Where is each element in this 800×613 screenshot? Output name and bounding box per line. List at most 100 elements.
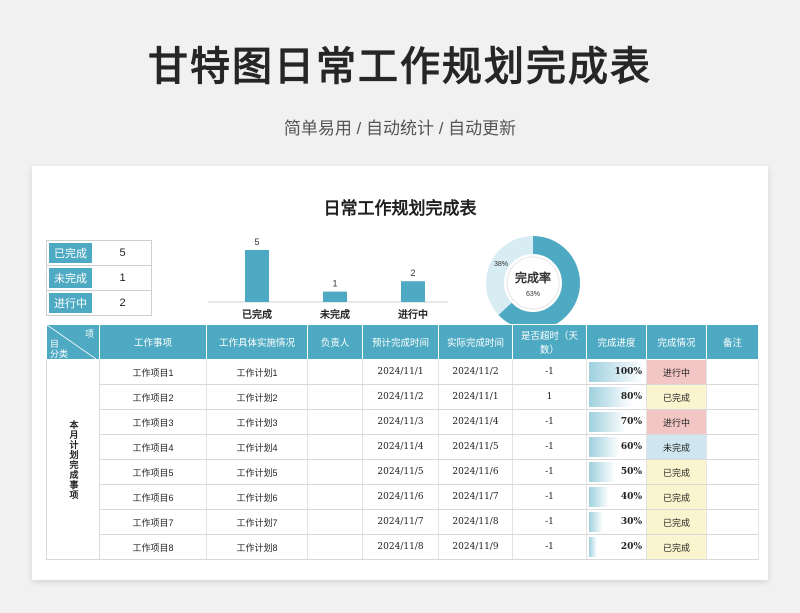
- status-cell[interactable]: 已完成: [646, 509, 707, 535]
- status-cell[interactable]: 已完成: [646, 459, 707, 485]
- header-actual-date[interactable]: 实际完成时间: [438, 324, 513, 360]
- status-cell[interactable]: 进行中: [646, 359, 707, 385]
- work-item-cell[interactable]: 工作项目4: [99, 434, 207, 460]
- status-cell[interactable]: 已完成: [646, 534, 707, 560]
- actual-date-cell[interactable]: 2024/11/2: [438, 359, 513, 385]
- notes-cell[interactable]: [706, 409, 759, 435]
- header-status[interactable]: 完成情况: [646, 324, 707, 360]
- plan-cell[interactable]: 工作计划7: [206, 509, 308, 535]
- progress-cell[interactable]: 100%: [586, 359, 647, 385]
- bar-category-label: 未完成: [319, 308, 350, 321]
- owner-cell[interactable]: [307, 459, 363, 485]
- status-value[interactable]: 1: [94, 266, 151, 290]
- expected-date-cell[interactable]: 2024/11/2: [362, 384, 439, 410]
- table-row: 工作项目3 工作计划3 2024/11/3 2024/11/4 -1 70% 进行中: [47, 409, 759, 435]
- overdue-cell[interactable]: -1: [512, 534, 587, 560]
- progress-cell[interactable]: 70%: [586, 409, 647, 435]
- page-title: 甘特图日常工作规划完成表: [148, 44, 652, 90]
- notes-cell[interactable]: [706, 434, 759, 460]
- status-summary: 已完成 5 未完成 1 进行中 2: [46, 240, 152, 316]
- overdue-cell[interactable]: -1: [512, 484, 587, 510]
- actual-date-cell[interactable]: 2024/11/4: [438, 409, 513, 435]
- status-row-doing: 进行中 2: [46, 290, 152, 316]
- owner-cell[interactable]: [307, 534, 363, 560]
- header-owner[interactable]: 负责人: [307, 324, 363, 360]
- plan-cell[interactable]: 工作计划4: [206, 434, 308, 460]
- sheet-title: 日常工作规划完成表: [323, 199, 477, 219]
- status-value[interactable]: 2: [94, 291, 151, 315]
- work-item-cell[interactable]: 工作项目3: [99, 409, 207, 435]
- progress-cell[interactable]: 40%: [586, 484, 647, 510]
- expected-date-cell[interactable]: 2024/11/4: [362, 434, 439, 460]
- overdue-cell[interactable]: -1: [512, 409, 587, 435]
- owner-cell[interactable]: [307, 359, 363, 385]
- expected-date-cell[interactable]: 2024/11/6: [362, 484, 439, 510]
- header-implementation[interactable]: 工作具体实施情况: [206, 324, 308, 360]
- actual-date-cell[interactable]: 2024/11/8: [438, 509, 513, 535]
- owner-cell[interactable]: [307, 484, 363, 510]
- expected-date-cell[interactable]: 2024/11/1: [362, 359, 439, 385]
- status-cell[interactable]: 进行中: [646, 409, 707, 435]
- header-overdue[interactable]: 是否超时（天数）: [512, 324, 587, 360]
- progress-cell[interactable]: 60%: [586, 434, 647, 460]
- progress-cell[interactable]: 30%: [586, 509, 647, 535]
- work-item-cell[interactable]: 工作项目1: [99, 359, 207, 385]
- notes-cell[interactable]: [706, 384, 759, 410]
- work-item-cell[interactable]: 工作项目5: [99, 459, 207, 485]
- work-item-cell[interactable]: 工作项目2: [99, 384, 207, 410]
- notes-cell[interactable]: [706, 509, 759, 535]
- plan-cell[interactable]: 工作计划2: [206, 384, 308, 410]
- notes-cell[interactable]: [706, 459, 759, 485]
- expected-date-cell[interactable]: 2024/11/7: [362, 509, 439, 535]
- header-work-item[interactable]: 工作事项: [99, 324, 207, 360]
- work-item-cell[interactable]: 工作项目8: [99, 534, 207, 560]
- progress-cell[interactable]: 20%: [586, 534, 647, 560]
- progress-bar: [589, 487, 609, 507]
- actual-date-cell[interactable]: 2024/11/7: [438, 484, 513, 510]
- owner-cell[interactable]: [307, 384, 363, 410]
- table-row: 工作项目8 工作计划8 2024/11/8 2024/11/9 -1 20% 已完成: [47, 534, 759, 560]
- progress-bar: [589, 537, 597, 557]
- overdue-cell[interactable]: -1: [512, 434, 587, 460]
- plan-cell[interactable]: 工作计划8: [206, 534, 308, 560]
- progress-text: 80%: [620, 392, 642, 402]
- actual-date-cell[interactable]: 2024/11/9: [438, 534, 513, 560]
- plan-cell[interactable]: 工作计划1: [206, 359, 308, 385]
- notes-cell[interactable]: [706, 359, 759, 385]
- status-cell[interactable]: 已完成: [646, 484, 707, 510]
- owner-cell[interactable]: [307, 409, 363, 435]
- expected-date-cell[interactable]: 2024/11/8: [362, 534, 439, 560]
- progress-text: 20%: [620, 542, 642, 552]
- status-cell[interactable]: 已完成: [646, 384, 707, 410]
- header-notes[interactable]: 备注: [706, 324, 759, 360]
- expected-date-cell[interactable]: 2024/11/3: [362, 409, 439, 435]
- overdue-cell[interactable]: -1: [512, 509, 587, 535]
- status-value[interactable]: 5: [94, 241, 151, 265]
- actual-date-cell[interactable]: 2024/11/1: [438, 384, 513, 410]
- actual-date-cell[interactable]: 2024/11/5: [438, 434, 513, 460]
- progress-cell[interactable]: 80%: [586, 384, 647, 410]
- progress-cell[interactable]: 50%: [586, 459, 647, 485]
- header-progress[interactable]: 完成进度: [586, 324, 647, 360]
- expected-date-cell[interactable]: 2024/11/5: [362, 459, 439, 485]
- status-cell[interactable]: 未完成: [646, 434, 707, 460]
- plan-cell[interactable]: 工作计划5: [206, 459, 308, 485]
- overdue-cell[interactable]: -1: [512, 359, 587, 385]
- actual-date-cell[interactable]: 2024/11/6: [438, 459, 513, 485]
- overdue-cell[interactable]: 1: [512, 384, 587, 410]
- owner-cell[interactable]: [307, 434, 363, 460]
- bar-value-label: 5: [254, 237, 259, 247]
- work-item-cell[interactable]: 工作项目7: [99, 509, 207, 535]
- notes-cell[interactable]: [706, 484, 759, 510]
- corner-label-bottom: 分类: [50, 349, 69, 359]
- owner-cell[interactable]: [307, 509, 363, 535]
- status-label: 已完成: [47, 241, 94, 265]
- plan-cell[interactable]: 工作计划6: [206, 484, 308, 510]
- header-expected-date[interactable]: 预计完成时间: [362, 324, 439, 360]
- plan-cell[interactable]: 工作计划3: [206, 409, 308, 435]
- notes-cell[interactable]: [706, 534, 759, 560]
- task-table: 项 目 分类 工作事项 工作具体实施情况 负责人 预计完成时间 实际完成时间 是…: [46, 324, 759, 560]
- overdue-cell[interactable]: -1: [512, 459, 587, 485]
- work-item-cell[interactable]: 工作项目6: [99, 484, 207, 510]
- category-cell[interactable]: 本月计划完成事项: [46, 359, 100, 560]
